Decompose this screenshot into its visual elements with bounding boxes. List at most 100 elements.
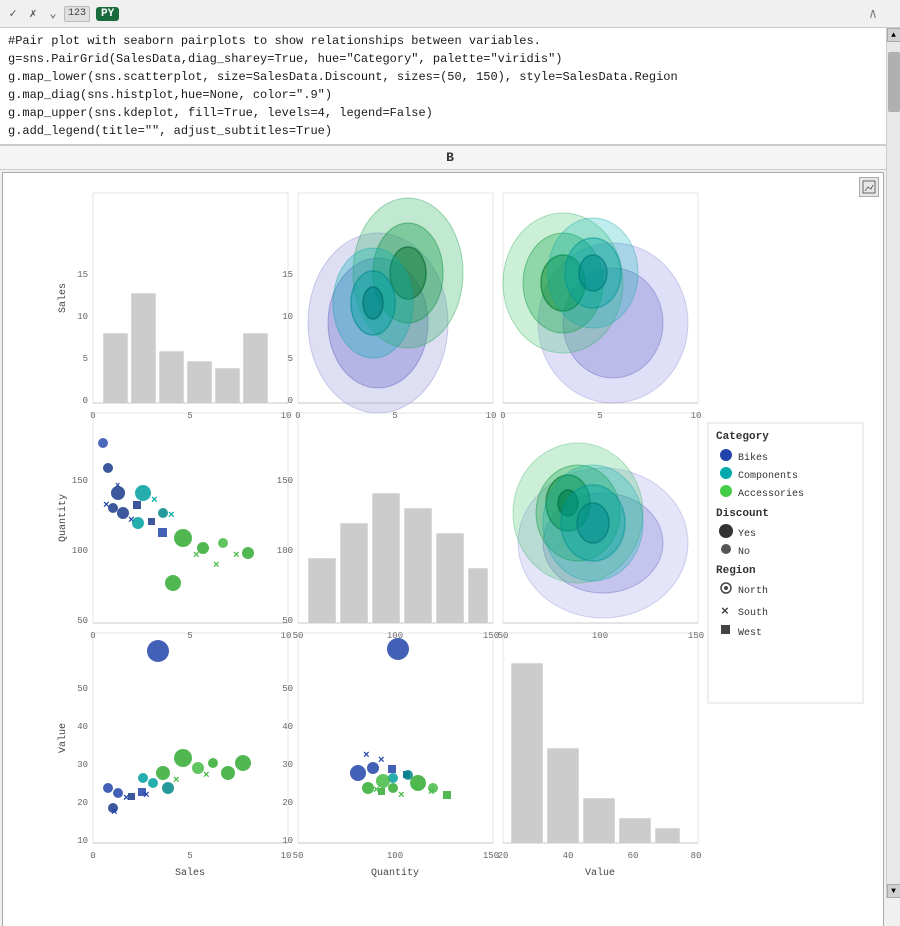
svg-text:10: 10 bbox=[282, 312, 293, 322]
svg-text:150: 150 bbox=[72, 476, 88, 486]
svg-text:×: × bbox=[168, 510, 175, 522]
svg-text:5: 5 bbox=[597, 411, 602, 421]
x-icon[interactable]: ✗ bbox=[24, 5, 42, 23]
scroll-track bbox=[887, 42, 900, 884]
code-line-2: g=sns.PairGrid(SalesData,diag_sharey=Tru… bbox=[8, 50, 880, 68]
svg-text:80: 80 bbox=[691, 851, 702, 861]
svg-text:100: 100 bbox=[387, 851, 403, 861]
svg-text:No: No bbox=[738, 547, 750, 558]
svg-text:Yes: Yes bbox=[738, 529, 756, 540]
scroll-up-button[interactable]: ▲ bbox=[887, 28, 900, 42]
svg-text:50: 50 bbox=[77, 684, 88, 694]
svg-text:Components: Components bbox=[738, 471, 798, 482]
svg-text:20: 20 bbox=[282, 798, 293, 808]
svg-text:×: × bbox=[378, 755, 385, 767]
svg-text:20: 20 bbox=[498, 851, 509, 861]
code-line-4: g.map_diag(sns.histplot,hue=None, color=… bbox=[8, 86, 880, 104]
code-line-3: g.map_lower(sns.scatterplot, size=SalesD… bbox=[8, 68, 880, 86]
scroll-down-button[interactable]: ▼ bbox=[887, 884, 900, 898]
svg-text:40: 40 bbox=[77, 722, 88, 732]
svg-text:100: 100 bbox=[592, 631, 608, 641]
svg-text:Bikes: Bikes bbox=[738, 452, 768, 464]
svg-text:10: 10 bbox=[486, 411, 497, 421]
svg-text:5: 5 bbox=[187, 631, 192, 641]
svg-text:20: 20 bbox=[77, 798, 88, 808]
svg-text:50: 50 bbox=[77, 616, 88, 626]
svg-text:Value: Value bbox=[57, 723, 69, 753]
svg-text:5: 5 bbox=[83, 354, 88, 364]
svg-text:10: 10 bbox=[281, 851, 292, 861]
svg-text:West: West bbox=[738, 628, 762, 639]
svg-text:×: × bbox=[203, 770, 210, 782]
scrollbar[interactable]: ▲ ▼ bbox=[886, 28, 900, 898]
svg-text:×: × bbox=[213, 560, 220, 572]
svg-text:×: × bbox=[143, 790, 150, 802]
svg-text:50: 50 bbox=[293, 851, 304, 861]
svg-text:Quantity: Quantity bbox=[57, 494, 69, 542]
svg-text:15: 15 bbox=[282, 270, 293, 280]
code-line-1: #Pair plot with seaborn pairplots to sho… bbox=[8, 32, 880, 50]
svg-text:50: 50 bbox=[282, 616, 293, 626]
svg-text:0: 0 bbox=[288, 396, 293, 406]
checkmark-icon[interactable]: ✓ bbox=[4, 5, 22, 23]
svg-text:5: 5 bbox=[392, 411, 397, 421]
svg-text:×: × bbox=[173, 775, 180, 787]
svg-text:×: × bbox=[428, 787, 435, 799]
output-area: 0 5 10 15 Sales 0 5 10 bbox=[2, 172, 884, 926]
svg-text:×: × bbox=[413, 783, 420, 795]
svg-text:0: 0 bbox=[90, 851, 95, 861]
formula-bar-label: B bbox=[446, 150, 454, 165]
svg-text:×: × bbox=[721, 604, 729, 619]
svg-text:×: × bbox=[233, 550, 240, 562]
svg-text:×: × bbox=[115, 481, 120, 491]
svg-text:100: 100 bbox=[277, 546, 293, 556]
code-area: #Pair plot with seaborn pairplots to sho… bbox=[0, 28, 900, 146]
svg-text:10: 10 bbox=[77, 836, 88, 846]
svg-text:Quantity: Quantity bbox=[371, 867, 419, 879]
svg-text:100: 100 bbox=[72, 546, 88, 556]
svg-text:5: 5 bbox=[288, 354, 293, 364]
svg-text:40: 40 bbox=[282, 722, 293, 732]
svg-text:Value: Value bbox=[585, 867, 615, 879]
svg-text:Sales: Sales bbox=[57, 283, 69, 313]
svg-text:150: 150 bbox=[688, 631, 704, 641]
svg-text:Sales: Sales bbox=[175, 867, 205, 879]
code-line-5: g.map_upper(sns.kdeplot, fill=True, leve… bbox=[8, 104, 880, 122]
svg-text:×: × bbox=[398, 790, 405, 802]
chevron-icon[interactable]: ⌄ bbox=[44, 5, 62, 23]
plot-export-icon[interactable] bbox=[859, 177, 879, 197]
svg-text:10: 10 bbox=[281, 411, 292, 421]
svg-text:40: 40 bbox=[563, 851, 574, 861]
line-number-badge: 123 bbox=[64, 6, 90, 22]
svg-text:15: 15 bbox=[77, 270, 88, 280]
formula-bar: B bbox=[0, 146, 900, 170]
expand-icon: ∧ bbox=[864, 5, 882, 23]
svg-text:Discount: Discount bbox=[716, 508, 769, 520]
svg-text:60: 60 bbox=[628, 851, 639, 861]
svg-text:×: × bbox=[103, 500, 110, 512]
svg-text:Accessories: Accessories bbox=[738, 488, 804, 500]
pair-plot-svg: 0 5 10 15 Sales 0 5 10 bbox=[13, 173, 873, 903]
svg-text:30: 30 bbox=[77, 760, 88, 770]
code-line-6: g.add_legend(title="", adjust_subtitles=… bbox=[8, 122, 880, 140]
svg-text:×: × bbox=[111, 807, 118, 819]
svg-text:10: 10 bbox=[77, 312, 88, 322]
svg-text:Category: Category bbox=[716, 431, 769, 443]
svg-text:50: 50 bbox=[282, 684, 293, 694]
svg-text:5: 5 bbox=[187, 411, 192, 421]
svg-text:10: 10 bbox=[282, 836, 293, 846]
svg-text:North: North bbox=[738, 585, 768, 597]
svg-text:10: 10 bbox=[691, 411, 702, 421]
svg-text:South: South bbox=[738, 607, 768, 619]
svg-text:10: 10 bbox=[281, 631, 292, 641]
toolbar: ✓ ✗ ⌄ 123 PY ∧ bbox=[0, 0, 900, 28]
svg-text:×: × bbox=[193, 550, 200, 562]
svg-text:150: 150 bbox=[277, 476, 293, 486]
svg-text:30: 30 bbox=[282, 760, 293, 770]
svg-text:Region: Region bbox=[716, 565, 756, 577]
scroll-thumb[interactable] bbox=[888, 52, 900, 112]
svg-text:×: × bbox=[363, 750, 370, 762]
svg-text:5: 5 bbox=[187, 851, 192, 861]
svg-text:×: × bbox=[151, 495, 158, 507]
svg-text:0: 0 bbox=[83, 396, 88, 406]
